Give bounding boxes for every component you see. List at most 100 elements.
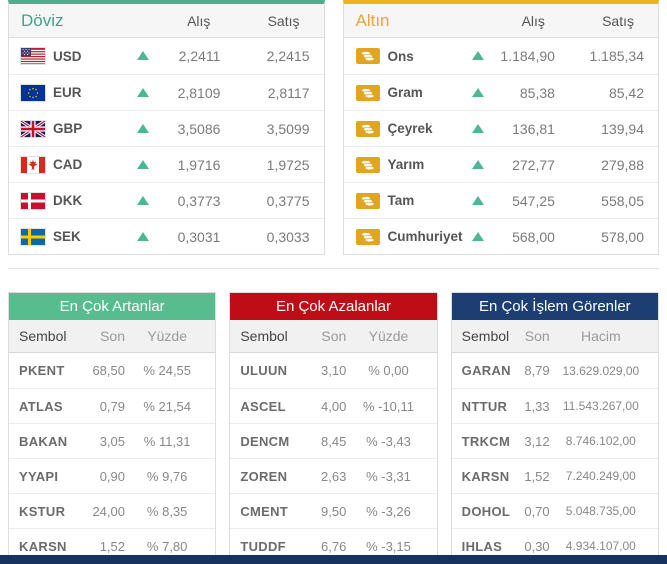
trend-up-icon: [471, 123, 484, 133]
alis-value: 3,5086: [177, 120, 221, 137]
stock-last-price: 1,52: [99, 538, 125, 554]
stock-symbol: KARSN: [461, 468, 510, 484]
stock-last-price: 9,50: [321, 503, 347, 519]
stock-symbol: ZOREN: [240, 468, 288, 484]
satis-value: 558,05: [601, 192, 644, 209]
stock-symbol: KARSN: [19, 538, 67, 554]
section-divider: [8, 268, 659, 269]
stock-row-dencm[interactable]: DENCM 8,45 % -3,43: [230, 423, 437, 458]
currency-name-cell: SEK: [20, 227, 125, 246]
trend-up-icon: [137, 87, 149, 97]
doviz-header: Döviz Alış Satış: [9, 4, 324, 38]
doviz-row-cad[interactable]: CAD 1,9716 1,9725: [9, 146, 324, 182]
stock-percent: % -3,31: [366, 468, 411, 484]
col-son: Son: [321, 328, 347, 344]
gold-name-cell: Yarım: [355, 156, 460, 173]
altin-row-tam[interactable]: Tam 547,25 558,05: [343, 182, 658, 218]
gold-type: Cumhuriyet: [387, 229, 463, 244]
altin-row-gram[interactable]: Gram 85,38 85,42: [343, 74, 658, 110]
alis-value: 2,2411: [178, 48, 221, 64]
alis-value: 1.184,90: [500, 48, 555, 64]
footer-bar: [0, 555, 667, 564]
alis-value: 547,25: [512, 192, 555, 209]
doviz-row-dkk[interactable]: DKK 0,3773 0,3775: [9, 182, 324, 218]
stock-symbol: KSTUR: [19, 503, 66, 519]
altin-header: Altın Alış Satış: [343, 4, 658, 38]
stock-symbol: PKENT: [19, 363, 65, 378]
stock-row-bakan[interactable]: BAKAN 3,05 % 11,31: [9, 423, 216, 458]
gold-name-cell: Çeyrek: [355, 120, 460, 137]
most-traded-title-bar: En Çok İşlem Görenler: [451, 293, 658, 320]
losers-column-headers: Sembol Son Yüzde: [230, 320, 437, 353]
stock-volume: 11.543.267,00: [562, 399, 639, 413]
col-sembol: Sembol: [240, 328, 288, 344]
stock-last-price: 1,33: [524, 398, 550, 414]
stock-symbol: GARAN: [461, 363, 511, 378]
doviz-title: Döviz: [21, 10, 64, 30]
stock-row-kstur[interactable]: KSTUR 24,00 % 8,35: [9, 493, 216, 528]
stock-row-zoren[interactable]: ZOREN 2,63 % -3,31: [230, 458, 437, 493]
gold-coins-icon: [355, 120, 380, 137]
stock-row-uluun[interactable]: ULUUN 3,10 % 0,00: [230, 353, 437, 388]
stock-percent: % -3,43: [366, 433, 411, 449]
stock-row-ascel[interactable]: ASCEL 4,00 % -10,11: [230, 388, 437, 423]
flag-dk-icon: [20, 191, 46, 210]
stock-row-atlas[interactable]: ATLAS 0,79 % 21,54: [9, 388, 216, 423]
stock-symbol: IHLAS: [461, 538, 503, 554]
currency-code: USD: [53, 48, 82, 64]
stock-row-garan[interactable]: GARAN 8,79 13.629.029,00: [451, 353, 658, 388]
stock-last-price: 8,45: [321, 433, 347, 449]
doviz-row-usd[interactable]: USD 2,2411 2,2415: [9, 38, 324, 74]
stock-symbol: DOHOL: [461, 503, 511, 519]
altin-row-çeyrek[interactable]: Çeyrek 136,81 139,94: [343, 110, 658, 146]
stock-last-price: 0,79: [99, 398, 125, 414]
trend-up-icon: [137, 159, 149, 169]
stock-last-price: 1,52: [524, 468, 550, 484]
stock-percent: % 8,35: [146, 503, 188, 519]
gold-type: Ons: [387, 48, 414, 64]
doviz-row-gbp[interactable]: GBP 3,5086 3,5099: [9, 110, 324, 146]
trend-up-icon: [471, 195, 484, 205]
altin-row-ons[interactable]: Ons 1.184,90 1.185,34: [343, 38, 658, 74]
currency-code: GBP: [53, 121, 83, 136]
stock-last-price: 0,30: [524, 538, 550, 554]
alis-value: 0,3031: [177, 228, 221, 245]
col-sembol: Sembol: [19, 328, 67, 344]
altin-rows: Ons 1.184,90 1.185,34 Gram 85,38 85,42 Ç…: [343, 38, 658, 254]
gainers-title: En Çok Artanlar: [59, 298, 165, 315]
altin-row-cumhuriyet[interactable]: Cumhuriyet 568,00 578,00: [343, 218, 658, 254]
gold-type: Çeyrek: [387, 121, 433, 136]
altin-row-yarım[interactable]: Yarım 272,77 279,88: [343, 146, 658, 182]
stock-row-yyapi[interactable]: YYAPI 0,90 % 9,76: [9, 458, 216, 493]
stock-percent: % 0,00: [368, 363, 409, 378]
trend-up-icon: [471, 231, 484, 241]
currency-code: CAD: [53, 157, 83, 172]
currency-code: DKK: [53, 193, 83, 208]
stock-percent: % 21,54: [143, 398, 192, 414]
alis-value: 136,81: [512, 120, 555, 137]
doviz-row-eur[interactable]: EUR 2,8109 2,8117: [9, 74, 324, 110]
stock-row-trkcm[interactable]: TRKCM 3,12 8.746.102,00: [451, 423, 658, 458]
losers-title-bar: En Çok Azalanlar: [230, 293, 437, 320]
gold-coins-icon: [355, 192, 380, 209]
stock-row-dohol[interactable]: DOHOL 0,70 5.048.735,00: [451, 493, 658, 528]
gold-name-cell: Cumhuriyet: [355, 228, 463, 245]
col-son: Son: [524, 328, 550, 344]
market-widgets-page: Döviz Alış Satış USD 2,2411 2,2415 EUR 2…: [0, 0, 667, 564]
stock-volume: 4.934.107,00: [565, 539, 636, 553]
stock-row-nttur[interactable]: NTTUR 1,33 11.543.267,00: [451, 388, 658, 423]
doviz-row-sek[interactable]: SEK 0,3031 0,3033: [9, 218, 324, 254]
stock-volume: 5.048.735,00: [565, 504, 636, 518]
most-traded-title: En Çok İşlem Görenler: [478, 298, 631, 315]
gold-coins-icon: [355, 84, 380, 101]
stock-row-karsn[interactable]: KARSN 1,52 7.240.249,00: [451, 458, 658, 493]
stock-symbol: YYAPI: [19, 468, 59, 484]
gold-type: Gram: [387, 85, 423, 100]
stock-symbol: NTTUR: [461, 398, 508, 414]
stock-last-price: 0,90: [99, 468, 125, 484]
altin-title: Altın: [355, 10, 390, 30]
stock-row-pkent[interactable]: PKENT 68,50 % 24,55: [9, 353, 216, 388]
stock-row-cment[interactable]: CMENT 9,50 % -3,26: [230, 493, 437, 528]
trend-up-icon: [137, 195, 149, 205]
currency-name-cell: GBP: [20, 119, 125, 138]
